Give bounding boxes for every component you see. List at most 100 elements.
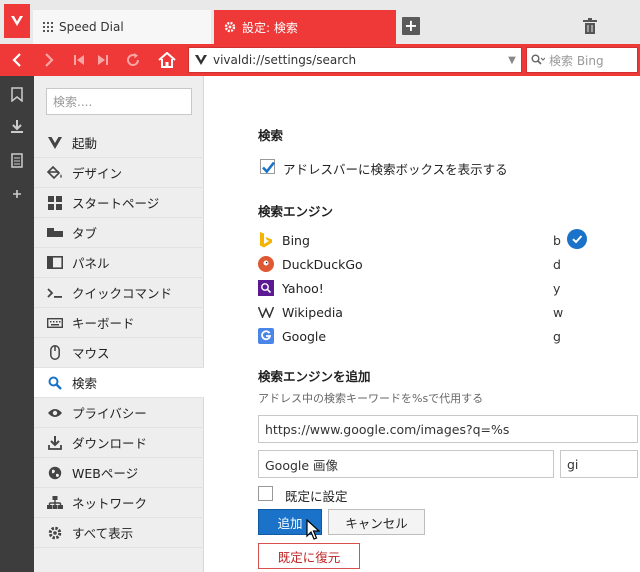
bookmark-icon[interactable] (9, 86, 25, 102)
checkmark-icon (262, 161, 276, 174)
keyboard-icon (46, 315, 64, 331)
sidebar-item-label: WEBページ (72, 466, 139, 481)
sidebar-item-panel[interactable]: パネル (34, 248, 204, 278)
reload-button[interactable] (120, 44, 146, 76)
engine-row-google[interactable]: Google g (258, 325, 593, 347)
new-tab-button[interactable]: + (402, 17, 420, 35)
sidebar-item-label: プライバシー (72, 406, 147, 421)
engine-name: Bing (282, 232, 310, 248)
search-icon (531, 54, 545, 66)
sidebar-item-network[interactable]: ネットワーク (34, 488, 204, 518)
sidebar-item-label: ダウンロード (72, 436, 148, 451)
show-search-box-label: アドレスバーに検索ボックスを表示する (283, 162, 508, 177)
cancel-button[interactable]: キャンセル (328, 509, 425, 535)
engine-row-yahoo[interactable]: Yahoo! y (258, 277, 593, 299)
engine-url-value: https://www.google.com/images?q=%s (265, 421, 510, 437)
sidebar-item-label: マウス (72, 346, 110, 361)
sidebar-item-label: ネットワーク (72, 496, 148, 511)
sidebar-item-privacy[interactable]: プライバシー (34, 398, 204, 428)
add-panel-icon[interactable] (9, 186, 25, 202)
fast-forward-button[interactable] (92, 44, 114, 76)
search-icon (46, 375, 64, 391)
back-button[interactable] (4, 44, 30, 76)
forward-button[interactable] (36, 44, 62, 76)
settings-search-input[interactable]: 検索.... (46, 88, 192, 115)
sidebar-item-start-page[interactable]: スタートページ (34, 188, 204, 218)
grid-icon (43, 22, 53, 32)
forward-arrow-icon (45, 53, 54, 67)
settings-search-placeholder: 検索.... (53, 95, 93, 109)
sidebar-item-label: タブ (72, 226, 98, 241)
sidebar-item-keyboard[interactable]: キーボード (34, 308, 204, 338)
tab-label: 設定: 検索 (242, 20, 298, 35)
home-icon (158, 52, 176, 68)
network-icon (46, 495, 64, 511)
show-search-box-checkbox[interactable] (260, 159, 276, 174)
chevron-down-icon[interactable]: ▼ (503, 55, 521, 66)
gear-icon (224, 21, 236, 33)
engine-name-input[interactable]: Google 画像 (258, 450, 554, 478)
duckduckgo-logo-icon (258, 256, 274, 272)
settings-sidebar: 検索.... 起動 デザイン スタートページ タブ パネル クイックコマンド キ… (34, 76, 204, 572)
engines-section-title: 検索エンジン (258, 204, 334, 219)
tiles-icon (46, 195, 64, 211)
set-default-label: 既定に設定 (285, 489, 348, 504)
trash-icon[interactable] (581, 15, 599, 37)
engine-key-input[interactable]: gi (560, 450, 638, 478)
engine-url-input[interactable]: https://www.google.com/images?q=%s (258, 415, 638, 443)
engine-name-value: Google 画像 (265, 457, 339, 473)
paint-bucket-icon (46, 165, 64, 181)
eye-icon (46, 405, 64, 421)
sidebar-item-label: 起動 (72, 136, 98, 151)
mouse-cursor-icon (306, 518, 321, 544)
tab-label: Speed Dial (59, 20, 124, 34)
sidebar-item-label: デザイン (72, 166, 123, 181)
download-icon[interactable] (9, 118, 25, 134)
engine-key: y (553, 280, 561, 296)
wikipedia-logo-icon (258, 304, 274, 320)
sidebar-item-webpages[interactable]: WEBページ (34, 458, 204, 488)
rewind-button[interactable] (68, 44, 90, 76)
sidebar-item-show-all[interactable]: すべて表示 (34, 518, 204, 548)
sidebar-item-design[interactable]: デザイン (34, 158, 204, 188)
engine-key-value: gi (567, 456, 579, 472)
sidebar-item-quick-commands[interactable]: クイックコマンド (34, 278, 204, 308)
bing-logo-icon (258, 232, 274, 248)
add-engine-section-title: 検索エンジンを追加 (258, 369, 371, 384)
settings-content: 検索 アドレスバーに検索ボックスを表示する 検索エンジン Bing b Duck… (205, 76, 640, 572)
engine-key: w (553, 304, 564, 320)
notes-icon[interactable] (9, 152, 25, 168)
vivaldi-menu-button[interactable] (4, 4, 30, 38)
globe-icon (46, 465, 64, 481)
engine-name: Yahoo! (282, 280, 324, 296)
vivaldi-logo-icon (11, 16, 23, 26)
sidebar-item-startup[interactable]: 起動 (34, 128, 204, 158)
fast-forward-icon (98, 55, 108, 65)
set-default-checkbox[interactable] (258, 486, 273, 501)
home-button[interactable] (154, 44, 180, 76)
engine-name: DuckDuckGo (282, 256, 363, 272)
engine-name: Wikipedia (282, 304, 343, 320)
sidebar-item-tabs[interactable]: タブ (34, 218, 204, 248)
sidebar-item-label: 検索 (72, 376, 98, 391)
search-placeholder: 検索 Bing (549, 53, 604, 68)
engine-row-duckduckgo[interactable]: DuckDuckGo d (258, 253, 593, 275)
engine-row-wikipedia[interactable]: Wikipedia w (258, 301, 593, 323)
search-field[interactable]: 検索 Bing (526, 47, 638, 73)
tab-settings-search[interactable]: 設定: 検索 (214, 10, 396, 44)
vivaldi-v-icon (189, 54, 213, 66)
vivaldi-icon (46, 135, 64, 151)
engine-row-bing[interactable]: Bing b (258, 229, 593, 251)
tab-bar: Speed Dial 設定: 検索 + (0, 0, 640, 44)
sidebar-item-label: すべて表示 (72, 526, 134, 541)
sidebar-item-downloads[interactable]: ダウンロード (34, 428, 204, 458)
sidebar-item-search[interactable]: 検索 (34, 368, 204, 398)
sidebar-item-mouse[interactable]: マウス (34, 338, 204, 368)
url-field[interactable]: vivaldi://settings/search ▼ (188, 47, 522, 73)
add-engine-hint: アドレス中の検索キーワードを%sで代用する (258, 392, 484, 405)
url-text: vivaldi://settings/search (213, 53, 357, 67)
engine-name: Google (282, 328, 327, 344)
gear-icon (46, 525, 64, 541)
tab-speed-dial[interactable]: Speed Dial (33, 10, 211, 44)
reset-default-button[interactable]: 既定に復元 (258, 543, 360, 569)
